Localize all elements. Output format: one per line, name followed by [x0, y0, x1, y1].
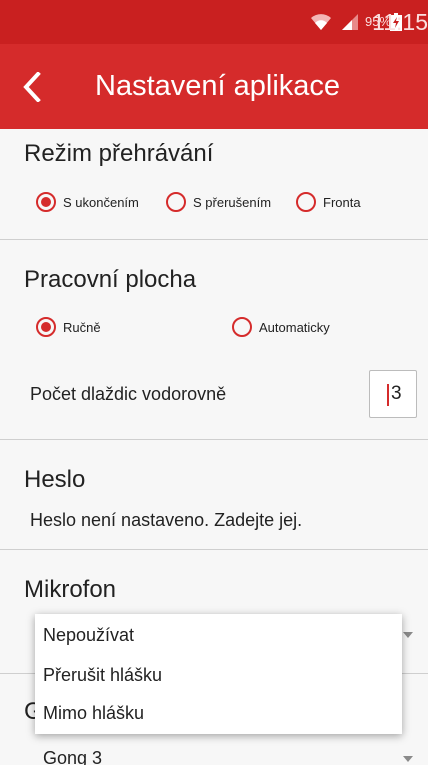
- password-title: Heslo: [24, 466, 86, 493]
- radio-s-ukoncenim[interactable]: S ukončením: [36, 192, 139, 212]
- divider: [0, 439, 428, 440]
- tiles-count-input[interactable]: 3: [369, 370, 417, 418]
- radio-fronta[interactable]: Fronta: [296, 192, 361, 212]
- radio-unselected-icon: [232, 317, 252, 337]
- radio-label: S přerušením: [193, 194, 272, 210]
- radio-label: Automaticky: [259, 319, 330, 335]
- microphone-title: Mikrofon: [24, 576, 117, 603]
- text-cursor: [387, 384, 389, 406]
- gong-select-value[interactable]: Gong 3: [43, 748, 102, 765]
- signal-icon: [342, 14, 358, 30]
- dropdown-option-mimo-hlasku[interactable]: Mimo hlášku: [43, 703, 144, 724]
- status-time: 11:15: [372, 9, 428, 35]
- dropdown-option-nepouzivat[interactable]: Nepoužívat: [43, 625, 134, 646]
- radio-label: Ručně: [63, 319, 101, 335]
- page-title: Nastavení aplikace: [95, 70, 341, 102]
- radio-rucne[interactable]: Ručně: [36, 317, 101, 337]
- radio-s-prerusenim[interactable]: S přerušením: [166, 192, 271, 212]
- chevron-down-icon[interactable]: [403, 632, 413, 638]
- password-status[interactable]: Heslo není nastaveno. Zadejte jej.: [30, 510, 302, 531]
- chevron-left-icon[interactable]: [22, 72, 42, 102]
- microphone-dropdown-menu: Nepoužívat Přerušit hlášku Mimo hlášku: [35, 614, 402, 734]
- status-bar: 95% 11:15: [0, 0, 428, 44]
- radio-selected-icon: [36, 192, 56, 212]
- desktop-title: Pracovní plocha: [24, 266, 197, 293]
- chevron-down-icon[interactable]: [403, 756, 413, 762]
- radio-label: S ukončením: [63, 194, 139, 210]
- radio-automaticky[interactable]: Automaticky: [232, 317, 330, 337]
- radio-selected-icon: [36, 317, 56, 337]
- radio-unselected-icon: [296, 192, 316, 212]
- divider: [0, 549, 428, 550]
- radio-label: Fronta: [323, 194, 361, 210]
- radio-unselected-icon: [166, 192, 186, 212]
- tiles-count-value: 3: [391, 383, 402, 404]
- playback-mode-title: Režim přehrávání: [24, 140, 214, 167]
- app-bar: Nastavení aplikace: [0, 44, 428, 129]
- tiles-label: Počet dlaždic vodorovně: [30, 384, 227, 404]
- wifi-icon: [311, 14, 331, 30]
- divider: [0, 239, 428, 240]
- dropdown-option-prerusit-hlasku[interactable]: Přerušit hlášku: [43, 665, 162, 686]
